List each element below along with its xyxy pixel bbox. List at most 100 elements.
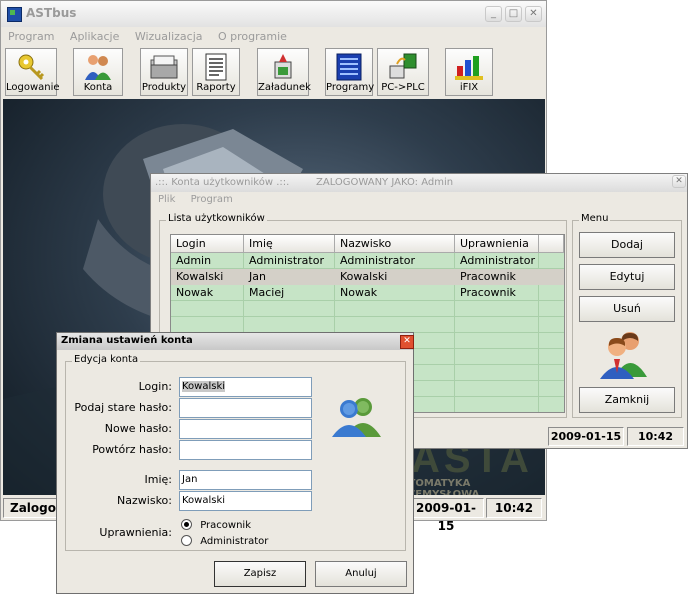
edit-account-caption: Edycja konta	[72, 354, 141, 365]
report-icon	[205, 53, 227, 81]
main-menubar: Program Aplikacje Wizualizacja O program…	[8, 30, 299, 43]
accounts-status-time: 10:42	[627, 427, 684, 446]
column-header-uprawnienia[interactable]: Uprawnienia	[455, 235, 539, 253]
accounts-status-date: 2009-01-15	[548, 427, 624, 446]
status-time: 10:42	[486, 498, 542, 518]
dialog-close-button[interactable]: ✕	[400, 335, 414, 349]
accounts-close-button[interactable]: ✕	[672, 175, 686, 188]
repeat-password-field[interactable]	[179, 440, 312, 460]
toolbar-produkty-button[interactable]: Produkty	[140, 48, 188, 96]
repeat-password-label: Powtórz hasło:	[92, 443, 172, 456]
column-header-login[interactable]: Login	[171, 235, 244, 253]
old-password-field[interactable]	[179, 398, 312, 418]
programs-icon	[336, 53, 362, 81]
radio-label: Pracownik	[200, 519, 251, 531]
folder-icon	[150, 55, 178, 79]
user-list-caption: Lista użytkowników	[166, 213, 267, 224]
cell-uprawnienia: Administrator	[460, 254, 535, 267]
table-row-kowalski[interactable]: Kowalski Jan Kowalski Pracownik	[171, 269, 564, 285]
last-name-field[interactable]: Kowalski	[179, 491, 312, 511]
old-password-label: Podaj stare hasło:	[74, 401, 172, 414]
cell-uprawnienia: Pracownik	[460, 270, 516, 283]
edit-account-dialog: Zmiana ustawień konta ✕ Edycja konta Log…	[56, 332, 414, 594]
loading-icon	[274, 54, 292, 79]
cancel-button[interactable]: Anuluj	[315, 561, 407, 587]
menu-program[interactable]: Program	[191, 194, 233, 205]
users-icon	[85, 55, 111, 80]
toolbar-label: iFIX	[459, 82, 479, 93]
main-titlebar[interactable]: ASTbus _ □ ✕	[1, 1, 546, 27]
last-name-label: Nazwisko:	[117, 494, 172, 507]
cell-imie: Maciej	[249, 286, 285, 299]
cell-nazwisko: Kowalski	[340, 270, 388, 283]
banner-subtitle: AUTOMATYKA PRZEMYSŁOWA	[393, 478, 480, 495]
toolbar-programy-button[interactable]: Programy	[325, 48, 375, 96]
toolbar-pc-plc-button[interactable]: PC->PLC	[377, 48, 429, 96]
radio-pracownik[interactable]: Pracownik	[181, 519, 251, 531]
toolbar-label: Produkty	[141, 82, 187, 93]
toolbar-label: Logowanie	[6, 82, 60, 93]
radio-administrator[interactable]: Administrator	[181, 535, 268, 547]
cell-imie: Administrator	[249, 254, 324, 267]
maximize-button[interactable]: □	[505, 6, 522, 22]
login-field[interactable]: Kowalski	[179, 377, 312, 397]
main-window-title: ASTbus	[26, 6, 77, 20]
status-date: 2009-01-15	[408, 498, 484, 533]
delete-button[interactable]: Usuń	[579, 296, 675, 322]
save-button[interactable]: Zapisz	[214, 561, 306, 587]
cell-login: Admin	[176, 254, 212, 267]
toolbar-zaladunek-button[interactable]: Załadunek	[257, 48, 311, 96]
permissions-label: Uprawnienia:	[99, 526, 172, 539]
menu-plik[interactable]: Plik	[158, 194, 175, 205]
dialog-titlebar[interactable]: Zmiana ustawień konta ✕	[57, 333, 414, 350]
radio-checked-icon	[181, 519, 192, 530]
cell-nazwisko: Nowak	[340, 286, 378, 299]
cell-imie: Jan	[249, 270, 266, 283]
column-header-filler	[539, 235, 564, 253]
cell-nazwisko: Administrator	[340, 254, 415, 267]
pc-plc-icon	[389, 53, 417, 79]
menu-o-programie[interactable]: O programie	[218, 30, 287, 43]
login-value: Kowalski	[182, 381, 226, 392]
toolbar-label: Programy	[326, 82, 375, 93]
toolbar-raporty-button[interactable]: Raporty	[192, 48, 240, 96]
menu-program[interactable]: Program	[8, 30, 54, 43]
close-button[interactable]: ✕	[525, 6, 542, 22]
toolbar-ifix-button[interactable]: iFIX	[445, 48, 493, 96]
app-icon	[7, 7, 22, 22]
column-header-imie[interactable]: Imię	[244, 235, 335, 253]
table-row-nowak[interactable]: Nowak Maciej Nowak Pracownik	[171, 285, 561, 301]
add-button[interactable]: Dodaj	[579, 232, 675, 258]
logged-in-label: ZALOGOWANY JAKO: Admin	[316, 177, 454, 188]
key-icon	[18, 54, 45, 81]
first-name-field[interactable]: Jan	[179, 470, 312, 490]
new-password-field[interactable]	[179, 419, 312, 439]
msn-users-icon	[332, 398, 381, 437]
menu-group: Menu Dodaj Edytuj Usuń Zamknij	[572, 213, 682, 418]
accounts-window-title: .::. Konta użytkowników .::.	[155, 177, 290, 188]
login-label: Login:	[138, 380, 172, 393]
dialog-title: Zmiana ustawień konta	[61, 335, 193, 346]
edit-button[interactable]: Edytuj	[579, 264, 675, 290]
radio-unchecked-icon	[181, 535, 192, 546]
close-accounts-button[interactable]: Zamknij	[579, 387, 675, 413]
toolbar-label: Załadunek	[258, 82, 311, 93]
cell-login: Nowak	[176, 286, 214, 299]
toolbar-logowanie-button[interactable]: Logowanie	[5, 48, 60, 96]
toolbar-label: Raporty	[196, 82, 236, 93]
menu-wizualizacja[interactable]: Wizualizacja	[135, 30, 203, 43]
toolbar-label: PC->PLC	[381, 82, 425, 93]
accounts-titlebar[interactable]: .::. Konta użytkowników .::. ZALOGOWANY …	[151, 174, 687, 192]
radio-label: Administrator	[200, 535, 269, 547]
first-name-label: Imię:	[144, 473, 173, 486]
accounts-menubar: Plik Program	[158, 194, 245, 205]
column-header-nazwisko[interactable]: Nazwisko	[335, 235, 455, 253]
users-icon	[600, 332, 647, 379]
new-password-label: Nowe hasło:	[104, 422, 172, 435]
cell-login: Kowalski	[176, 270, 224, 283]
minimize-button[interactable]: _	[485, 6, 502, 22]
menu-aplikacje[interactable]: Aplikacje	[70, 30, 119, 43]
table-row-admin[interactable]: Admin Administrator Administrator Admini…	[171, 253, 561, 269]
cell-uprawnienia: Pracownik	[460, 286, 516, 299]
toolbar-konta-button[interactable]: Konta	[73, 48, 123, 96]
